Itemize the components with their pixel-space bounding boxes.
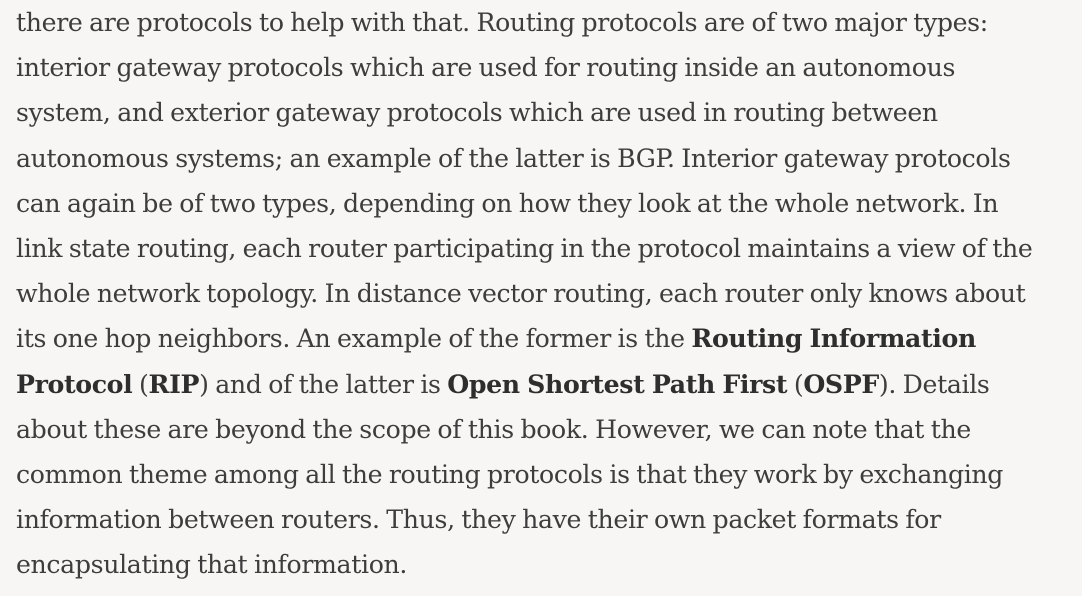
term-open-shortest-path-first: Open Shortest Path First — [447, 368, 788, 399]
text-run: ( — [132, 369, 149, 399]
text-run: whole network topology. In distance vect… — [16, 279, 1026, 309]
text-line-6: link state routing, each router particip… — [16, 226, 1066, 271]
text-run: common theme among all the routing proto… — [16, 459, 1004, 489]
text-run: its one hop neighbors. An example of the… — [16, 324, 692, 354]
text-run: about these are beyond the scope of this… — [16, 414, 971, 444]
text-line-10: about these are beyond the scope of this… — [16, 407, 1066, 452]
term-routing-information: Routing Information — [691, 323, 976, 354]
text-run: ). Details — [878, 369, 990, 399]
term-rip: RIP — [148, 368, 200, 399]
text-run: ( — [787, 369, 804, 399]
text-line-5: can again be of two types, depending on … — [16, 181, 1066, 226]
text-line-11: common theme among all the routing proto… — [16, 452, 1066, 497]
book-paragraph: there are protocols to help with that. R… — [16, 0, 1066, 587]
text-run: ) and of the latter is — [199, 369, 448, 399]
term-ospf: OSPF — [803, 368, 879, 399]
text-line-7: whole network topology. In distance vect… — [16, 271, 1066, 316]
text-run: can again be of two types, depending on … — [16, 188, 999, 218]
term-protocol: Protocol — [16, 368, 133, 399]
text-line-3: system, and exterior gateway protocols w… — [16, 90, 1066, 135]
text-run: system, and exterior gateway protocols w… — [16, 98, 938, 128]
text-run: link state routing, each router particip… — [16, 233, 1033, 263]
text-line-9: Protocol (RIP) and of the latter is Open… — [16, 362, 1066, 407]
text-line-4: autonomous systems; an example of the la… — [16, 136, 1066, 181]
text-line-1: there are protocols to help with that. R… — [16, 0, 1066, 45]
text-run: information between routers. Thus, they … — [16, 505, 941, 535]
text-run: autonomous systems; an example of the la… — [16, 143, 1011, 173]
text-run: encapsulating that information. — [16, 550, 408, 580]
text-run: there are protocols to help with that. R… — [16, 8, 988, 37]
text-line-8: its one hop neighbors. An example of the… — [16, 316, 1066, 361]
text-line-2: interior gateway protocols which are use… — [16, 45, 1066, 90]
text-run: interior gateway protocols which are use… — [16, 53, 956, 83]
text-line-13: encapsulating that information. — [16, 542, 1066, 587]
text-line-12: information between routers. Thus, they … — [16, 497, 1066, 542]
